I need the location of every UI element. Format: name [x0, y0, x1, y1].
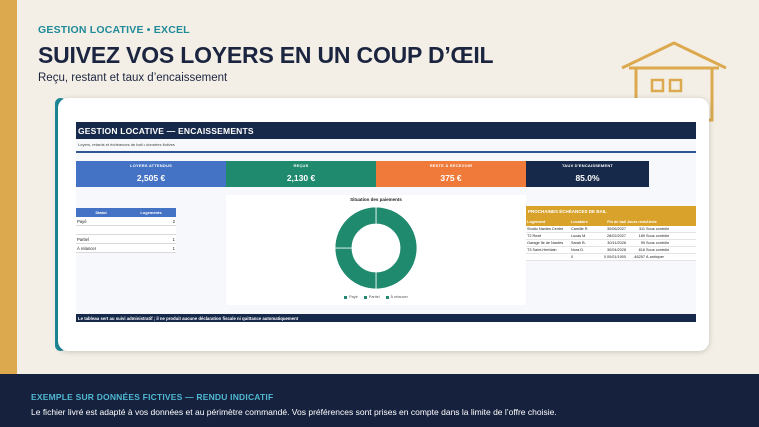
table-cell: 1	[172, 245, 175, 251]
table-cell: Lucas M.	[571, 234, 587, 238]
page-subtitle: Reçu, restant et taux d’encaissement	[38, 72, 228, 84]
table-cell: 2	[172, 218, 175, 224]
kpi-value: 2,130 €	[286, 173, 316, 183]
legend-entry: Partiel	[363, 295, 380, 299]
kpi-recus: REÇUS 2,130 €	[226, 161, 376, 187]
table-cell: Sous contrôle	[646, 248, 670, 252]
column-header: Logements	[140, 210, 162, 215]
banner-title: EXEMPLE SUR DONNÉES FICTIVES — RENDU IND…	[31, 392, 274, 402]
table-cell: Partiel	[77, 236, 89, 242]
column-header: Fin de bail	[607, 219, 626, 224]
table-cell: 189	[638, 234, 645, 238]
sheet-divider	[76, 151, 696, 153]
legend-swatch	[363, 295, 367, 299]
sheet-footnote: Le tableau sert au suivi administratif ;…	[76, 314, 696, 322]
table-row: À relancer 1	[76, 244, 176, 253]
table-cell: Sous contrôle	[646, 234, 670, 238]
bottom-banner: EXEMPLE SUR DONNÉES FICTIVES — RENDU IND…	[0, 374, 759, 427]
legend-entry: À relancer	[385, 295, 408, 299]
legend-swatch	[385, 295, 389, 299]
legend-label: Payé	[349, 295, 358, 299]
banner-text: Le fichier livré est adapté à vos donnée…	[31, 407, 557, 417]
table-cell: 0	[571, 255, 574, 259]
table-row: Payé 2	[76, 217, 176, 226]
column-header: Locataire	[571, 219, 588, 224]
table-row: Studio Nantes Centre Camille R. 30/06/2027…	[526, 226, 696, 233]
spreadsheet-preview-card: GESTION LOCATIVE — ENCAISSEMENTS Loyers,…	[58, 98, 709, 351]
table-cell: Studio Nantes Centre	[527, 227, 564, 231]
status-table: Statut Logements Payé 2 Partiel 1 À rela…	[76, 208, 176, 253]
column-header: Statut	[95, 210, 107, 215]
pie-slice	[334, 206, 377, 249]
table-cell: Sous contrôle	[646, 241, 670, 245]
kpi-label: TAUX D'ENCAISSEMENT	[561, 163, 614, 168]
table-row: 0 0 00/01/1900 -46257 À anticiper	[526, 254, 696, 261]
column-header: Logement	[527, 219, 546, 224]
legend-label: À relancer	[390, 295, 408, 299]
table-cell: 616	[638, 248, 645, 252]
kpi-label: LOYERS ATTENDUS	[130, 163, 172, 168]
table-cell: Garage Île de Nantes	[527, 241, 564, 245]
left-accent-bar	[0, 0, 17, 374]
table-row: Garage Île de Nantes Sarah B. 30/11/2026 99…	[526, 240, 696, 247]
table-cell: À anticiper	[646, 255, 664, 259]
column-header: Jours restants	[627, 219, 646, 224]
table-body: Studio Nantes Centre Camille R. 30/06/2027…	[526, 226, 696, 261]
table-row: T3 Saint-Herblain Nora D. 30/04/2028 616 Sou…	[526, 247, 696, 254]
chart-legend: Payé Partiel À relancer	[226, 295, 526, 299]
kpi-value: 375 €	[440, 173, 462, 183]
table-cell: 1	[172, 236, 175, 242]
table-cell: Sous contrôle	[646, 227, 670, 231]
kpi-label: REÇUS	[293, 163, 309, 168]
kpi-loyers-attendus: LOYERS ATTENDUS 2,505 €	[76, 161, 226, 187]
table-row	[76, 226, 176, 235]
column-header: Alerte	[646, 219, 657, 224]
pie-slice	[334, 247, 377, 290]
spreadsheet: GESTION LOCATIVE — ENCAISSEMENTS Loyers,…	[76, 122, 696, 322]
kpi-label: RESTE À RECEVOIR	[429, 163, 473, 168]
donut-chart	[334, 206, 418, 290]
legend-label: Partiel	[368, 295, 380, 299]
sheet-subtitle: Loyers, retards et échéances de bail • d…	[78, 142, 175, 147]
table-row: T2 Rezé Lucas M. 28/02/2027 189 Sous contrôl…	[526, 233, 696, 240]
table-cell: Payé	[77, 218, 87, 224]
table-cell: -46257	[633, 255, 645, 259]
legend-entry: Payé	[344, 295, 358, 299]
table-cell: Camille R.	[571, 227, 589, 231]
kpi-reste-a-recevoir: RESTE À RECEVOIR 375 €	[376, 161, 526, 187]
table-cell: 0 00/01/1900	[603, 255, 626, 259]
table-cell: 30/06/2027	[606, 227, 626, 231]
table-title: PROCHAINES ÉCHÉANCES DE BAIL	[526, 206, 696, 217]
table-header: Logement Locataire Fin de bail Jours res…	[526, 217, 696, 226]
table-cell: 28/02/2027	[606, 234, 626, 238]
table-cell: Nora D.	[571, 248, 585, 252]
table-cell: 30/11/2026	[607, 241, 626, 245]
table-cell: Sarah B.	[571, 241, 586, 245]
table-header: Statut Logements	[76, 208, 176, 217]
table-cell: 311	[638, 227, 645, 231]
table-cell: À relancer	[77, 245, 97, 251]
payment-status-chart: Situation des paiements Payé Partiel À rel…	[226, 195, 526, 305]
kpi-taux-encaissement: TAUX D'ENCAISSEMENT 85.0%	[526, 161, 649, 187]
page-title: SUIVEZ VOS LOYERS EN UN COUP D’ŒIL	[38, 42, 494, 68]
table-cell: 99	[640, 241, 645, 245]
sheet-title: GESTION LOCATIVE — ENCAISSEMENTS	[76, 122, 696, 139]
table-cell: T2 Rezé	[527, 234, 542, 238]
eyebrow-label: GESTION LOCATIVE • EXCEL	[38, 24, 190, 36]
lease-due-table: PROCHAINES ÉCHÉANCES DE BAIL Logement Lo…	[526, 206, 696, 261]
table-row: Partiel 1	[76, 235, 176, 244]
pie-slice	[375, 206, 418, 290]
table-cell: 30/04/2028	[606, 248, 626, 252]
kpi-value: 85.0%	[575, 173, 600, 183]
table-cell: T3 Saint-Herblain	[527, 248, 557, 252]
legend-swatch	[344, 295, 348, 299]
kpi-value: 2,505 €	[136, 173, 166, 183]
